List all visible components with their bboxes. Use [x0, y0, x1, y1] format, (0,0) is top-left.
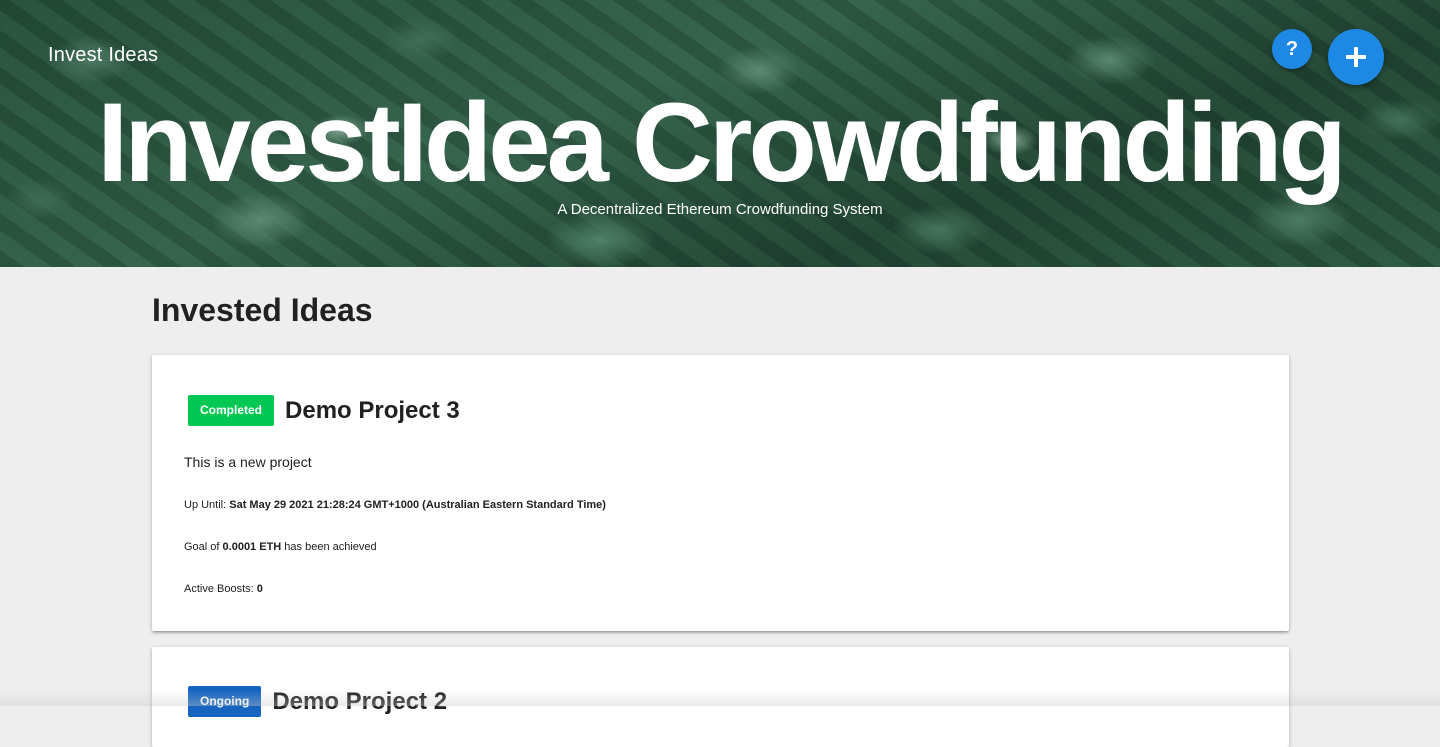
hero-title: InvestIdea Crowdfunding [97, 80, 1347, 205]
project-goal: Goal of 0.0001 ETH has been achieved [184, 541, 377, 553]
project-card[interactable]: Completed Demo Project 3 This is a new p… [152, 355, 1289, 631]
project-boosts: Active Boosts: 0 [184, 583, 263, 595]
hero-subtitle: A Decentralized Ethereum Crowdfunding Sy… [557, 201, 883, 218]
project-title: Demo Project 3 [285, 396, 460, 424]
hero-banner: Invest Ideas ? InvestIdea Crowdfunding A… [0, 0, 1440, 267]
help-icon: ? [1285, 37, 1299, 60]
goal-suffix: has been achieved [284, 541, 377, 553]
add-project-button[interactable] [1328, 29, 1384, 85]
brand-logo-text[interactable]: Invest Ideas [48, 44, 158, 67]
help-button[interactable]: ? [1272, 29, 1312, 69]
project-deadline: Up Until: Sat May 29 2021 21:28:24 GMT+1… [184, 499, 606, 511]
deadline-value: Sat May 29 2021 21:28:24 GMT+1000 (Austr… [229, 499, 606, 511]
goal-value: 0.0001 ETH [222, 541, 282, 553]
scroll-fade [0, 690, 1440, 706]
section-title: Invested Ideas [152, 292, 373, 328]
goal-prefix: Goal of [184, 541, 220, 553]
deadline-label: Up Until: [184, 499, 227, 511]
boosts-label: Active Boosts: [184, 583, 254, 595]
boosts-value: 0 [256, 583, 263, 595]
project-description: This is a new project [184, 454, 312, 470]
plus-icon [1346, 47, 1366, 67]
status-badge: Completed [188, 395, 275, 426]
project-card-header: Completed Demo Project 3 [188, 395, 460, 426]
